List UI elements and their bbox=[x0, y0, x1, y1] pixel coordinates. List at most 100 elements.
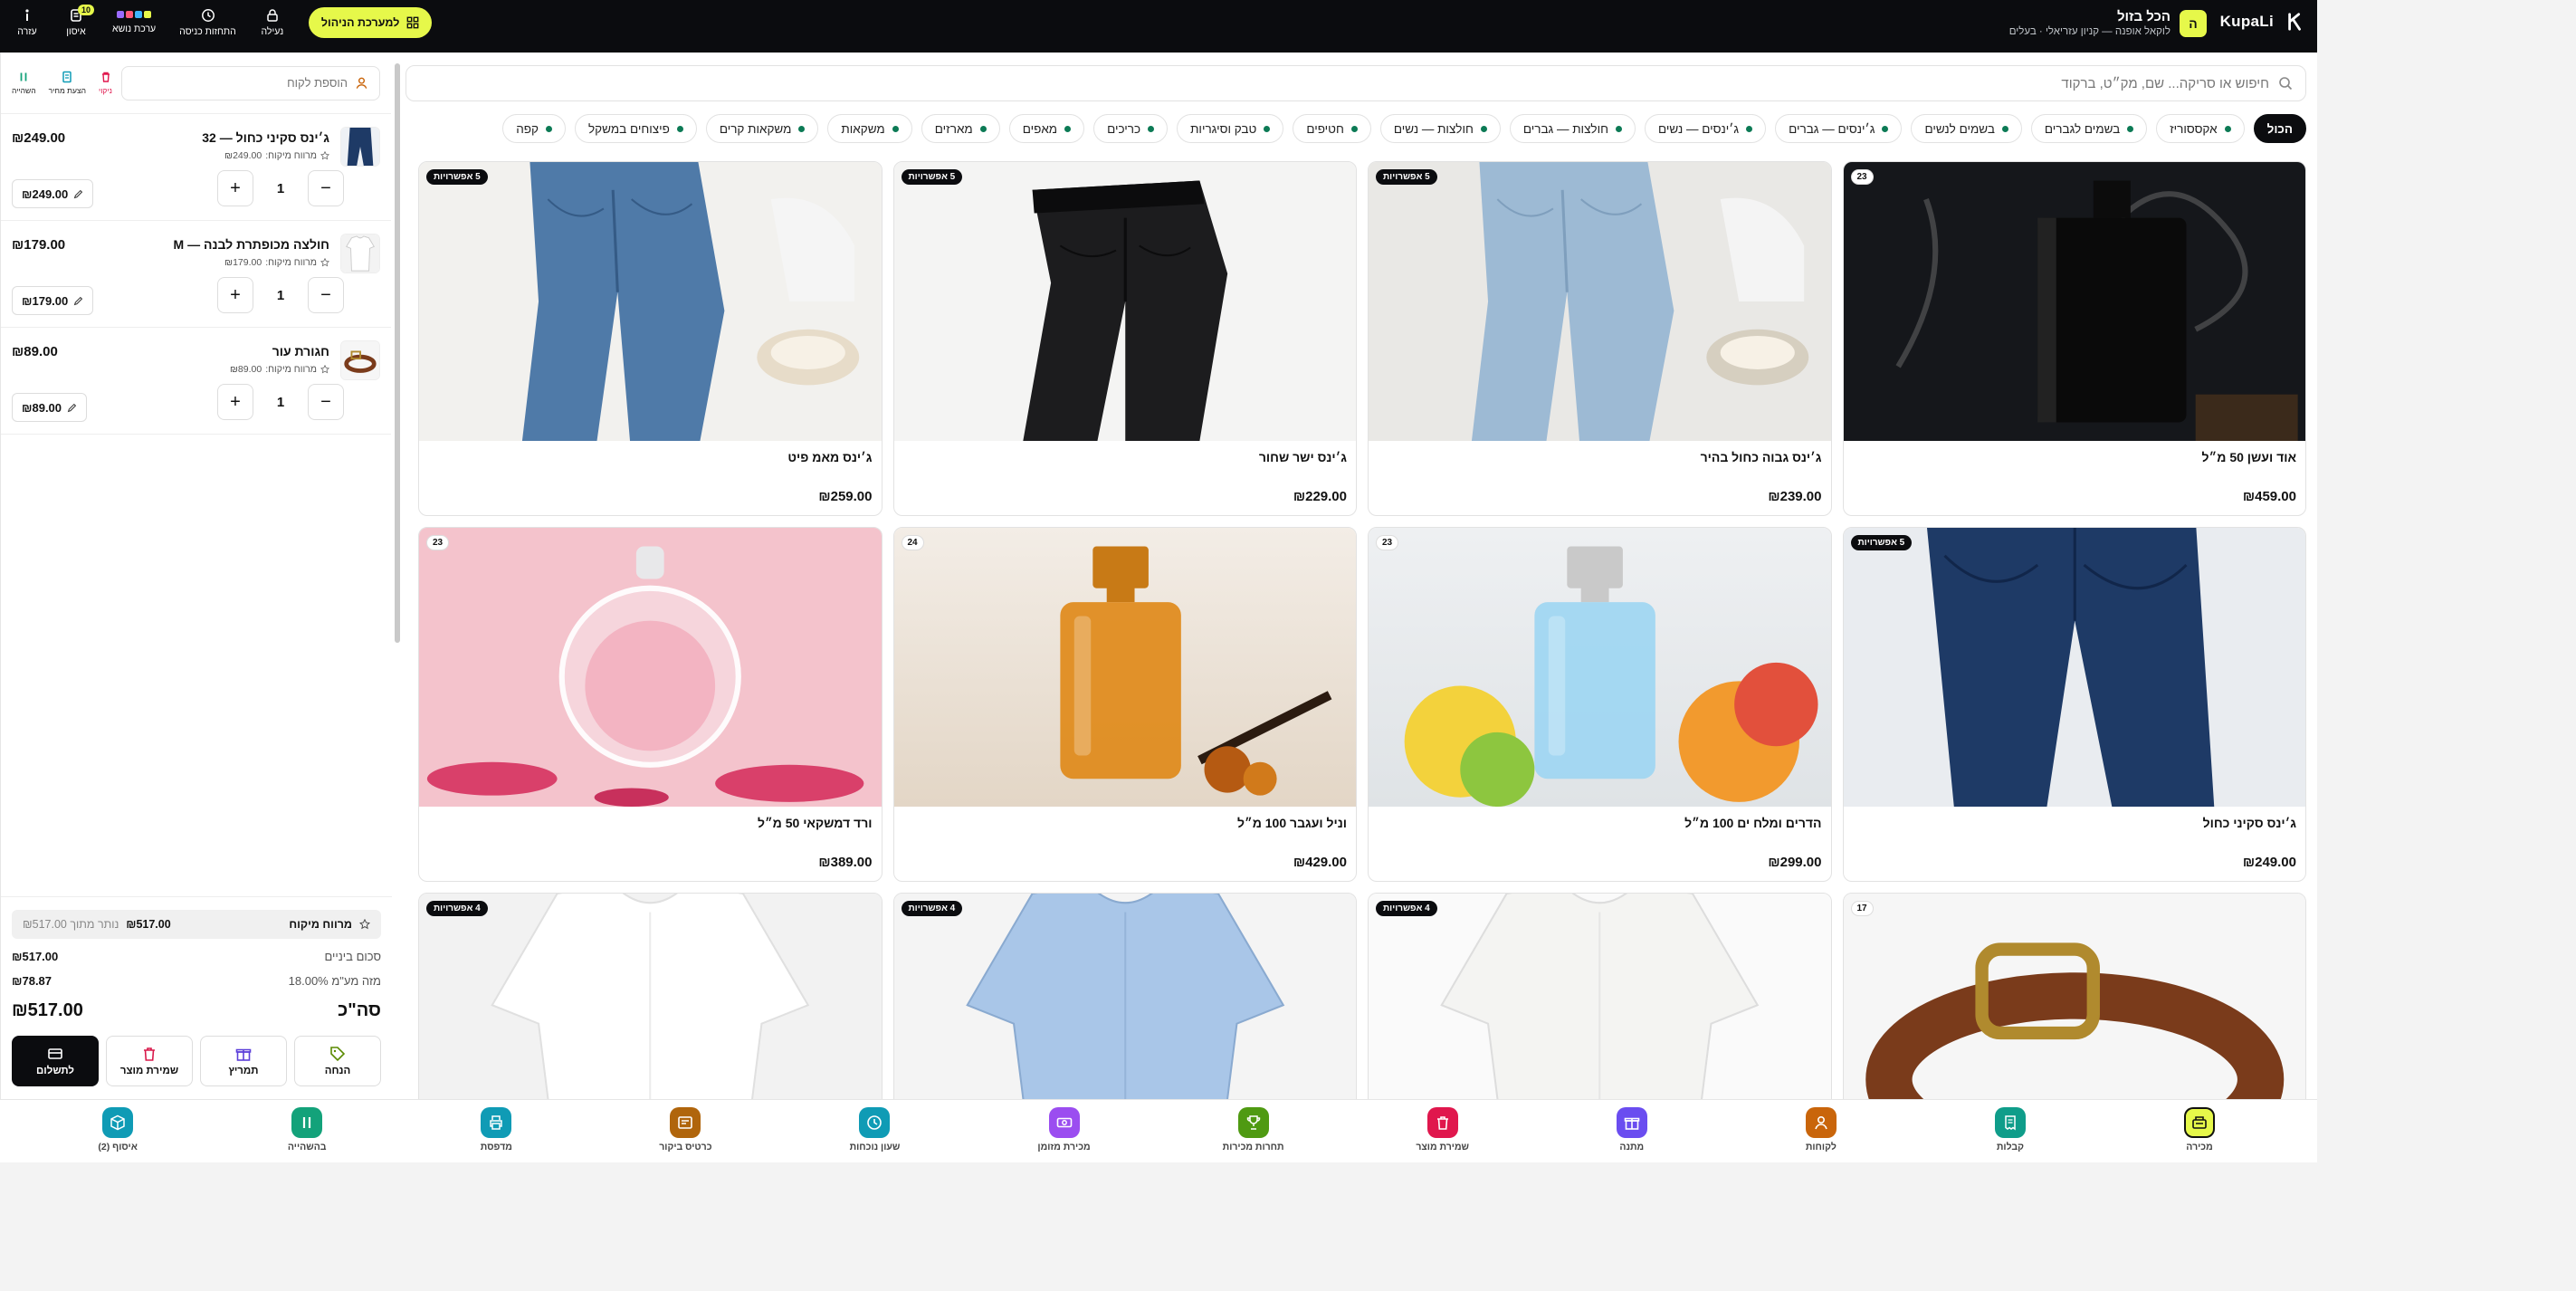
nav-item[interactable]: שעון נוכחות bbox=[820, 1107, 929, 1162]
total-row: סה"כ ₪517.00 bbox=[12, 1000, 381, 1021]
quantity-value[interactable]: 1 bbox=[253, 181, 308, 196]
quantity-value[interactable]: 1 bbox=[253, 288, 308, 303]
category-chip[interactable]: פיצוחים במשקל bbox=[575, 114, 697, 143]
cart-scrollbar[interactable] bbox=[395, 63, 400, 643]
brand[interactable]: KupaLi bbox=[2220, 11, 2306, 33]
nav-item[interactable]: איסוף (2) bbox=[63, 1107, 172, 1162]
category-chip[interactable]: מאפים bbox=[1008, 114, 1085, 143]
category-chip[interactable]: חולצות — נשים bbox=[1379, 114, 1501, 143]
top-bar: KupaLi ה הכל בזול לוקאל אופנה — קניון עז… bbox=[0, 0, 2317, 53]
category-chip[interactable]: אקססוריז bbox=[2156, 114, 2245, 143]
nav-item[interactable]: קבלות bbox=[1956, 1107, 2065, 1162]
category-dot-icon bbox=[1615, 125, 1622, 132]
nav-item-label: בהשהייה bbox=[287, 1142, 327, 1152]
category-chip[interactable]: קפה bbox=[502, 114, 566, 143]
quantity-value[interactable]: 1 bbox=[253, 395, 308, 410]
product-card[interactable]: 23 הדרים ומלח ים 100 מ״ל ₪299.00 bbox=[1368, 527, 1832, 882]
category-chip[interactable]: משקאות קרים bbox=[705, 114, 819, 143]
manager-system-button[interactable]: למערכת הניהול bbox=[308, 7, 433, 38]
nav-item[interactable]: מכירת מזומן bbox=[1010, 1107, 1119, 1162]
product-card[interactable]: 24 וניל ועגבר 100 מ״ל ₪429.00 bbox=[892, 527, 1357, 882]
nav-item[interactable]: לקוחות bbox=[1767, 1107, 1875, 1162]
cart-tools: השהייה הצעת מחיר ניקוי bbox=[12, 71, 112, 95]
decrease-qty-button[interactable]: − bbox=[308, 384, 344, 420]
cart-line-price: ₪89.00 bbox=[12, 344, 58, 359]
decrease-qty-button[interactable]: − bbox=[308, 277, 344, 313]
help-button[interactable]: עזרה bbox=[14, 8, 40, 37]
category-chip[interactable]: חולצות — גברים bbox=[1509, 114, 1636, 143]
cart-line-price: ₪179.00 bbox=[12, 237, 66, 253]
cart-line[interactable]: ג׳ינס סקיני כחול — 32 מרווח מיקוח: ₪249.… bbox=[1, 114, 391, 221]
category-chip-all[interactable]: הכול bbox=[2253, 114, 2306, 143]
quote-button[interactable]: הצעת מחיר bbox=[49, 71, 86, 95]
nav-item[interactable]: מדפסת bbox=[442, 1107, 550, 1162]
nav-item[interactable]: מתנה bbox=[1578, 1107, 1686, 1162]
impersonate-button[interactable]: התחזות כניסה bbox=[179, 8, 236, 37]
category-chip[interactable]: ג׳ינסים — נשים bbox=[1644, 114, 1767, 143]
cart-line-margin: מרווח מיקוח: ₪179.00 bbox=[224, 257, 329, 268]
quote-label: הצעת מחיר bbox=[48, 86, 87, 95]
trophy-icon bbox=[1237, 1107, 1269, 1138]
pay-button[interactable]: לתשלום bbox=[12, 1036, 99, 1086]
category-chip[interactable]: בשמים לגברים bbox=[2030, 114, 2148, 143]
increase-qty-button[interactable]: + bbox=[217, 277, 253, 313]
category-chip[interactable]: ג׳ינסים — גברים bbox=[1775, 114, 1903, 143]
save-product-button[interactable]: שמירת מוצר bbox=[106, 1036, 193, 1086]
theme-button[interactable]: ערכת נושא bbox=[112, 11, 156, 34]
category-chip[interactable]: מארזים bbox=[921, 114, 1000, 143]
increase-qty-button[interactable]: + bbox=[217, 384, 253, 420]
add-customer-input[interactable]: הוספת לקוח bbox=[120, 65, 380, 100]
category-chip-label: חטיפים bbox=[1306, 121, 1344, 136]
category-chip[interactable]: בשמים לנשים bbox=[1911, 114, 2022, 143]
category-chip[interactable]: חטיפים bbox=[1293, 114, 1371, 143]
clock-icon bbox=[859, 1107, 891, 1138]
product-card[interactable]: 5 אפשרויות ג׳ינס גבוה כחול בהיר ₪239.00 bbox=[1368, 161, 1832, 516]
cart-actions: הנחה תמריץ שמירת מוצר לתשלום bbox=[12, 1036, 381, 1086]
nav-item[interactable]: שמירת מוצר bbox=[1388, 1107, 1497, 1162]
cart-line[interactable]: חגורת עור מרווח מיקוח: ₪89.00 ₪89.00 − 1… bbox=[1, 328, 391, 435]
cart-line[interactable]: חולצה מכופתרת לבנה — M מרווח מיקוח: ₪179… bbox=[1, 221, 391, 328]
category-chip[interactable]: טבק וסיגריות bbox=[1177, 114, 1284, 143]
nav-item-label: לקוחות bbox=[1805, 1142, 1837, 1152]
card-icon bbox=[48, 1048, 62, 1059]
product-card[interactable]: 23 אוד ועשן 50 מ״ל ₪459.00 bbox=[1842, 161, 2306, 516]
product-search[interactable]: חיפוש או סריקה... שם, מק״ט, ברקוד bbox=[405, 65, 2306, 101]
clock-icon bbox=[201, 9, 215, 22]
incentive-button[interactable]: תמריץ bbox=[200, 1036, 287, 1086]
discount-button[interactable]: הנחה bbox=[294, 1036, 381, 1086]
nav-item[interactable]: כרטיס ביקור bbox=[631, 1107, 739, 1162]
nav-item[interactable]: בהשהייה bbox=[253, 1107, 361, 1162]
cart-header: הוספת לקוח השהייה הצעת מחיר ניקוי bbox=[1, 53, 391, 114]
edit-price-button[interactable]: ₪179.00 bbox=[12, 286, 94, 315]
cart-line-margin-value: ₪249.00 bbox=[224, 150, 262, 161]
decrease-qty-button[interactable]: − bbox=[308, 170, 344, 206]
product-card[interactable]: 5 אפשרויות ג׳ינס מאמ פיט ₪259.00 bbox=[418, 161, 883, 516]
lock-button[interactable]: נעילה bbox=[260, 8, 285, 37]
search-input[interactable]: חיפוש או סריקה... שם, מק״ט, ברקוד bbox=[2061, 76, 2269, 91]
category-dot-icon bbox=[1148, 125, 1155, 132]
store-selector[interactable]: ה הכל בזול לוקאל אופנה — קניון עזריאלי ·… bbox=[2009, 9, 2207, 37]
nav-item[interactable]: מכירה bbox=[2145, 1107, 2254, 1162]
star-icon bbox=[359, 919, 370, 930]
category-chip-label: טבק וסיגריות bbox=[1190, 121, 1257, 136]
nav-item[interactable]: תחרות מכירות bbox=[1199, 1107, 1308, 1162]
increase-qty-button[interactable]: + bbox=[217, 170, 253, 206]
product-price: ₪229.00 bbox=[1293, 489, 1347, 504]
product-card[interactable]: 5 אפשרויות ג׳ינס ישר שחור ₪229.00 bbox=[892, 161, 1357, 516]
product-card[interactable]: 23 ורד דמשקאי 50 מ״ל ₪389.00 bbox=[418, 527, 883, 882]
margin-box[interactable]: מרווח מיקוח ₪517.00 נותר מתוך ₪517.00 bbox=[12, 910, 381, 939]
category-chip[interactable]: כריכים bbox=[1093, 114, 1169, 143]
pay-label: לתשלום bbox=[36, 1066, 74, 1076]
tag-icon bbox=[330, 1047, 346, 1062]
trash-save-icon bbox=[144, 1047, 155, 1061]
clear-button[interactable]: ניקוי bbox=[99, 71, 112, 95]
hold-button[interactable]: השהייה bbox=[12, 71, 36, 95]
queue-button[interactable]: 10 איסון bbox=[63, 5, 94, 37]
category-chip-label: בשמים לגברים bbox=[2044, 121, 2121, 136]
clear-label: ניקוי bbox=[99, 86, 112, 95]
edit-price-button[interactable]: ₪89.00 bbox=[12, 393, 88, 422]
margin-value: ₪517.00 bbox=[126, 918, 171, 931]
edit-price-button[interactable]: ₪249.00 bbox=[12, 179, 94, 208]
category-chip[interactable]: משקאות bbox=[827, 114, 912, 143]
product-card[interactable]: 5 אפשרויות ג׳ינס סקיני כחול ₪249.00 bbox=[1842, 527, 2306, 882]
